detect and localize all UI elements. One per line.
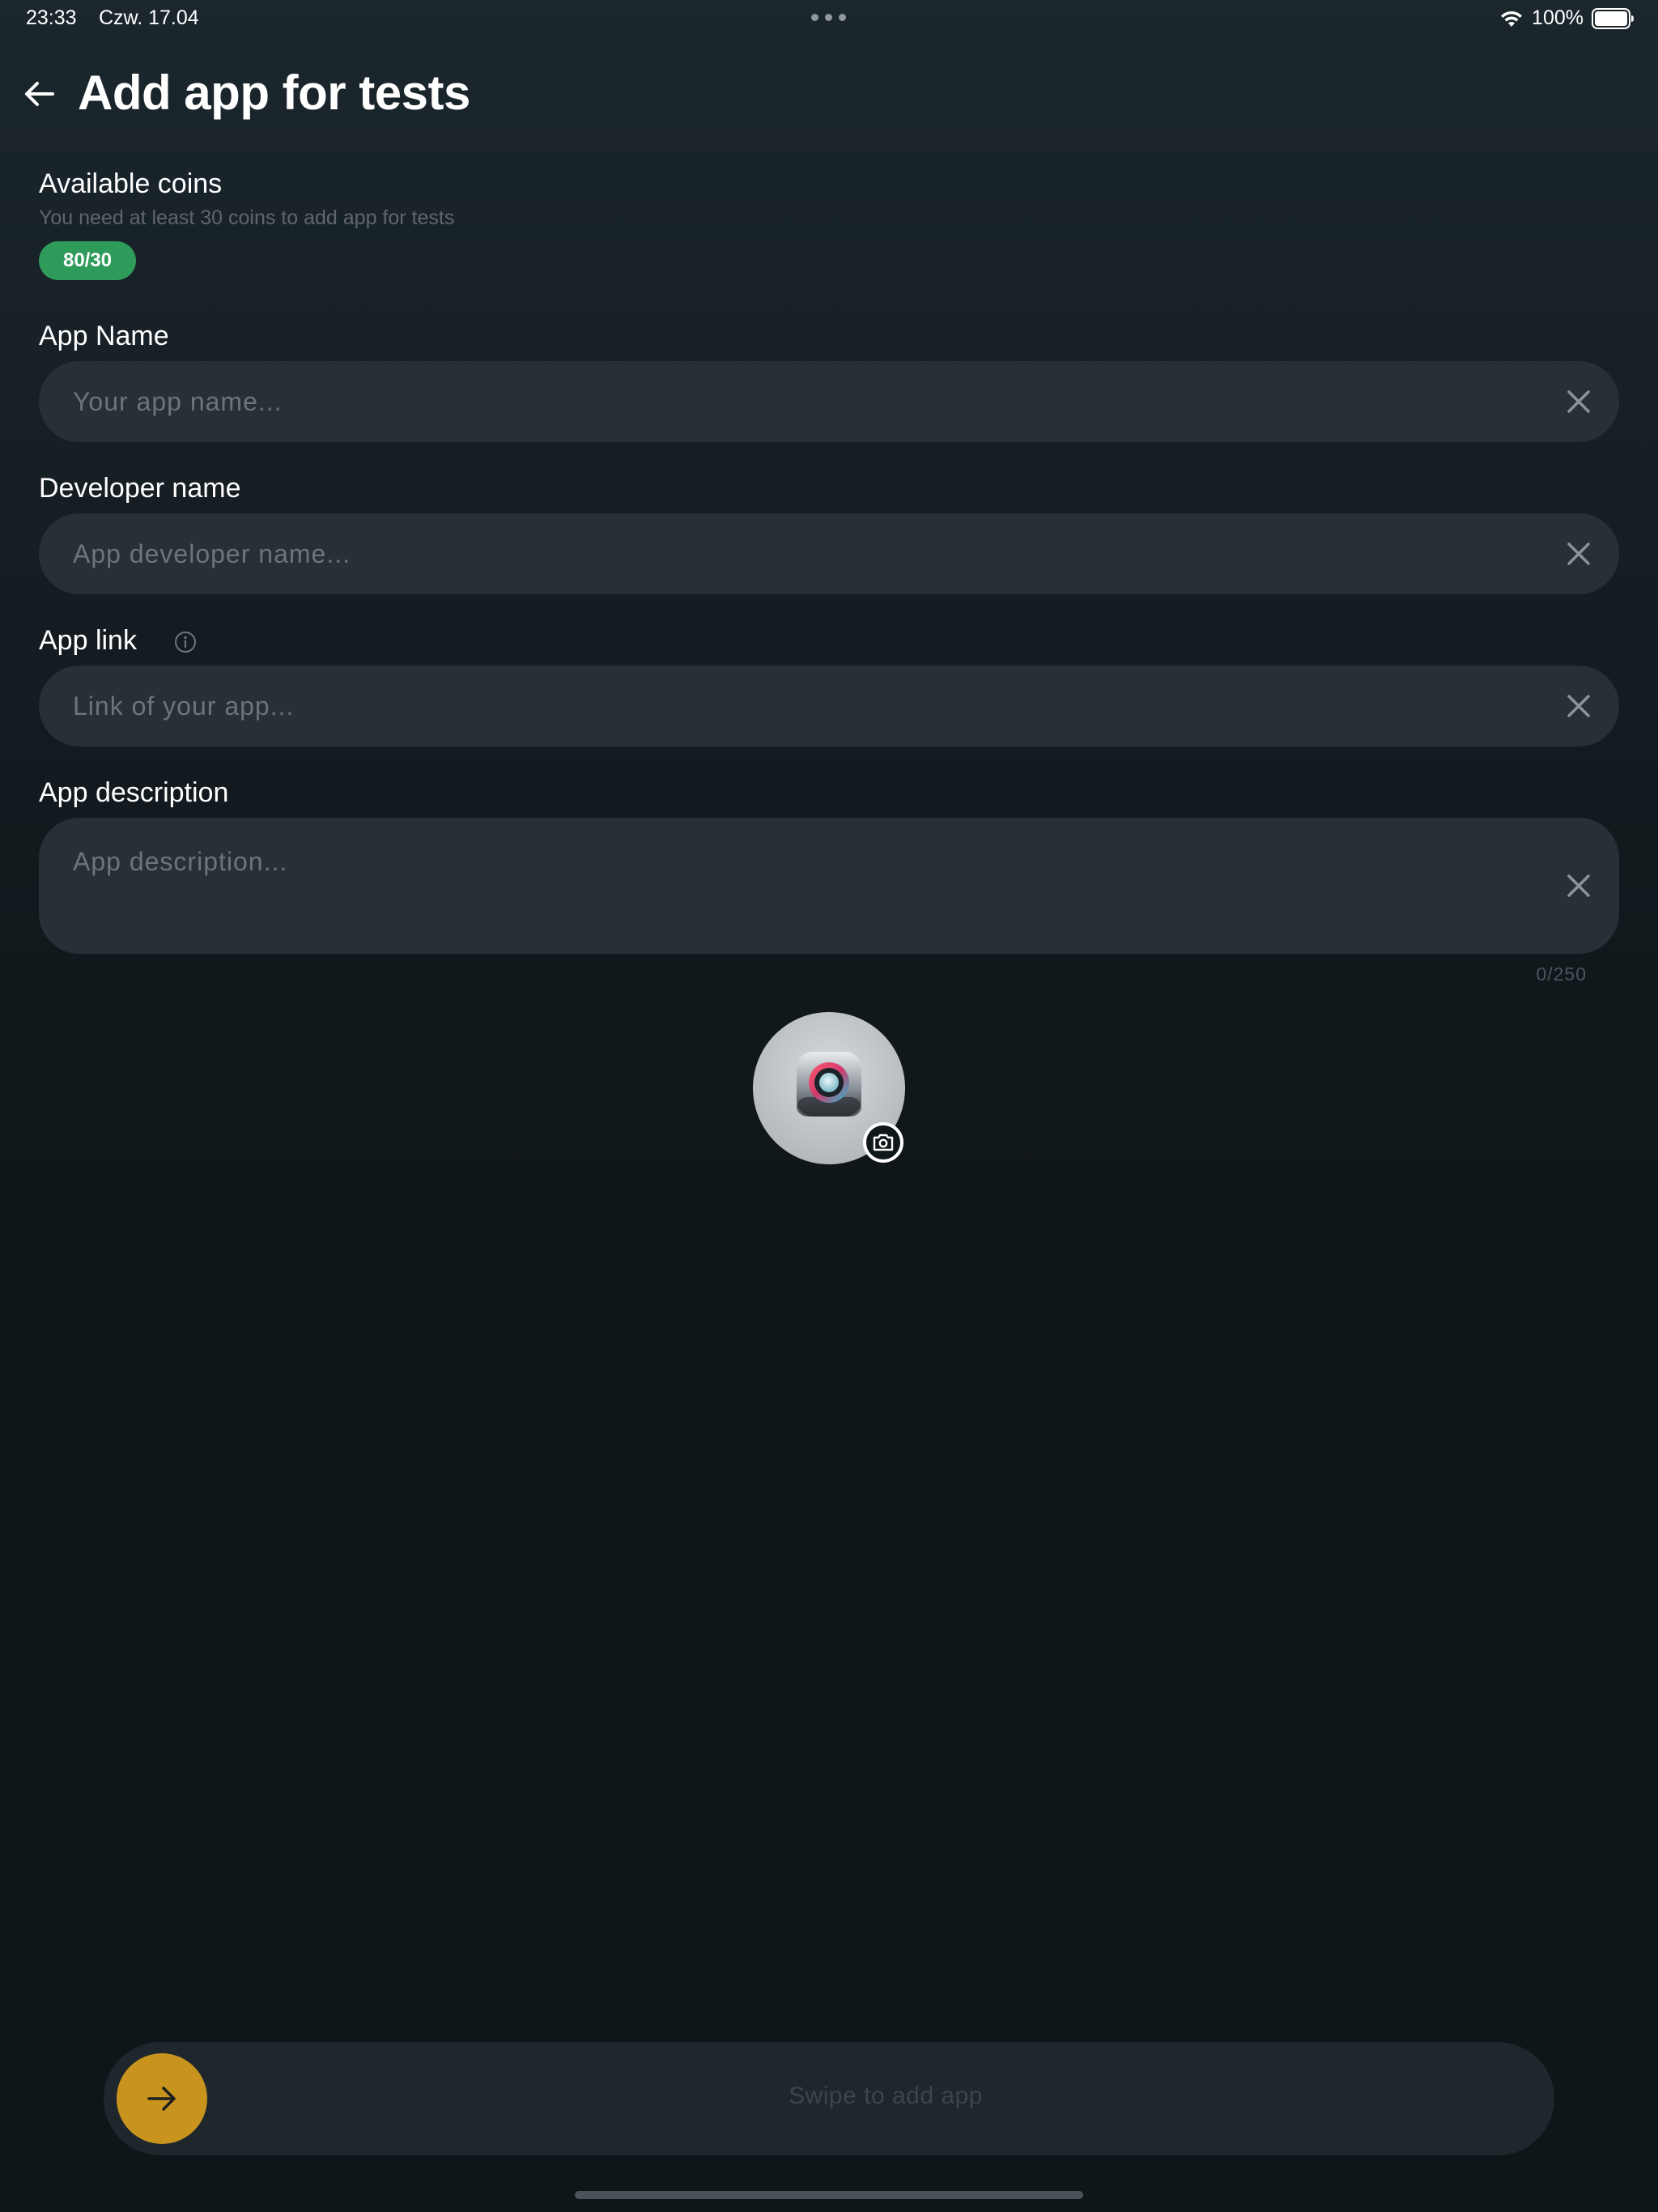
- developer-name-clear-button[interactable]: [1562, 538, 1595, 570]
- app-link-input[interactable]: [73, 666, 1530, 747]
- status-indicators: 100%: [1499, 6, 1634, 30]
- app-icon-picker[interactable]: [753, 1012, 905, 1164]
- status-date: Czw. 17.04: [99, 6, 199, 29]
- status-bar: 23:33 Czw. 17.04 100%: [0, 0, 1658, 39]
- coins-badge: 80/30: [39, 241, 136, 280]
- arrow-left-icon: [25, 82, 54, 106]
- close-icon: [1567, 542, 1590, 565]
- app-name-label: App Name: [39, 321, 169, 351]
- status-time: 23:33: [26, 6, 77, 29]
- app-description-input[interactable]: [73, 847, 1530, 938]
- close-icon: [1567, 695, 1590, 717]
- home-indicator: [575, 2191, 1083, 2199]
- info-icon[interactable]: [173, 630, 198, 654]
- wifi-icon: [1501, 11, 1523, 27]
- app-description-clear-button[interactable]: [1562, 870, 1595, 902]
- app-description-field: [39, 818, 1619, 954]
- change-icon-button[interactable]: [863, 1122, 903, 1163]
- close-icon: [1567, 390, 1590, 413]
- developer-name-label: Developer name: [39, 473, 241, 504]
- description-char-counter: 0/250: [1536, 963, 1587, 985]
- back-button[interactable]: [21, 76, 57, 112]
- swipe-label: Swipe to add app: [789, 2082, 983, 2109]
- multitasking-dots-icon[interactable]: [811, 14, 846, 21]
- battery-percentage: 100%: [1532, 6, 1584, 29]
- camera-icon: [873, 1134, 894, 1151]
- battery-icon: [1592, 7, 1634, 29]
- app-link-label: App link: [39, 625, 137, 656]
- close-icon: [1567, 874, 1590, 897]
- developer-name-field: [39, 513, 1619, 594]
- app-name-field: [39, 361, 1619, 442]
- coins-hint: You need at least 30 coins to add app fo…: [39, 206, 455, 229]
- developer-name-input[interactable]: [73, 513, 1530, 594]
- app-name-clear-button[interactable]: [1562, 385, 1595, 418]
- swipe-to-add-slider[interactable]: Swipe to add app: [104, 2042, 1554, 2155]
- app-link-field: [39, 666, 1619, 747]
- app-logo-icon: [797, 1052, 861, 1117]
- coins-title: Available coins: [39, 168, 223, 199]
- page-title: Add app for tests: [78, 66, 470, 120]
- app-description-label: App description: [39, 777, 229, 808]
- app-link-clear-button[interactable]: [1562, 690, 1595, 722]
- app-name-input[interactable]: [73, 361, 1530, 442]
